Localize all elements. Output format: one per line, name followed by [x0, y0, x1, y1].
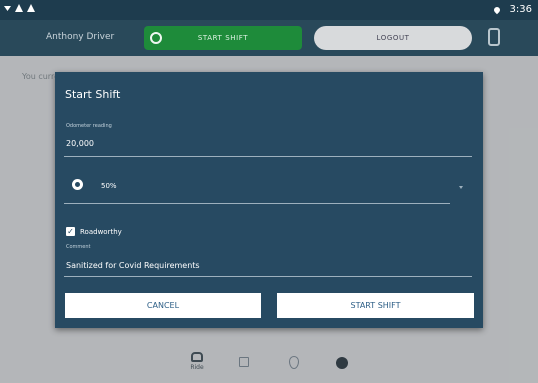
- warning-icon: [15, 4, 23, 12]
- status-icons-right: 3:36: [492, 4, 532, 15]
- status-time: 3:36: [509, 4, 532, 15]
- comment-label: Comment: [66, 244, 91, 250]
- status-icons-left: [4, 4, 35, 12]
- header-start-shift-button[interactable]: START SHIFT: [144, 26, 302, 50]
- dropdown-arrow-icon[interactable]: [459, 186, 463, 189]
- logout-button[interactable]: LOGOUT: [314, 26, 472, 50]
- start-shift-button[interactable]: START SHIFT: [277, 293, 474, 318]
- roadworthy-label: Roadworthy: [80, 228, 122, 236]
- header-start-shift-label: START SHIFT: [197, 34, 249, 42]
- profile-dot-icon[interactable]: [336, 357, 348, 369]
- dialog-title: Start Shift: [65, 88, 121, 101]
- roadworthy-checkbox[interactable]: ✓: [66, 227, 75, 236]
- odometer-label: Odometer reading: [66, 123, 112, 129]
- top-bar: Anthony Driver START SHIFT LOGOUT: [0, 20, 538, 56]
- driver-name: Anthony Driver: [46, 32, 115, 42]
- fuel-underline: [64, 203, 450, 204]
- edit-icon[interactable]: [239, 357, 249, 367]
- signal-icon: [4, 6, 11, 11]
- map-pin-icon[interactable]: [289, 356, 299, 369]
- bus-icon[interactable]: [488, 28, 500, 46]
- fuel-gauge-icon: [72, 179, 83, 190]
- car-icon: [191, 352, 203, 362]
- start-shift-dialog: Start Shift Odometer reading 20,000 50% …: [55, 72, 483, 328]
- cancel-button[interactable]: CANCEL: [65, 293, 261, 318]
- bottom-nav: Ride: [0, 343, 538, 383]
- nav-item-ride[interactable]: Ride: [186, 352, 208, 371]
- odometer-input[interactable]: 20,000: [66, 139, 94, 148]
- warning-icon: [27, 4, 35, 12]
- nav-ride-label: Ride: [190, 364, 204, 371]
- location-icon: [492, 5, 501, 15]
- odometer-underline: [64, 156, 472, 157]
- comment-underline: [64, 276, 472, 277]
- fuel-level-select[interactable]: 50%: [101, 182, 117, 190]
- comment-input[interactable]: Sanitized for Covid Requirements: [66, 261, 200, 270]
- steering-wheel-icon: [150, 32, 162, 44]
- status-bar: 3:36: [0, 0, 538, 20]
